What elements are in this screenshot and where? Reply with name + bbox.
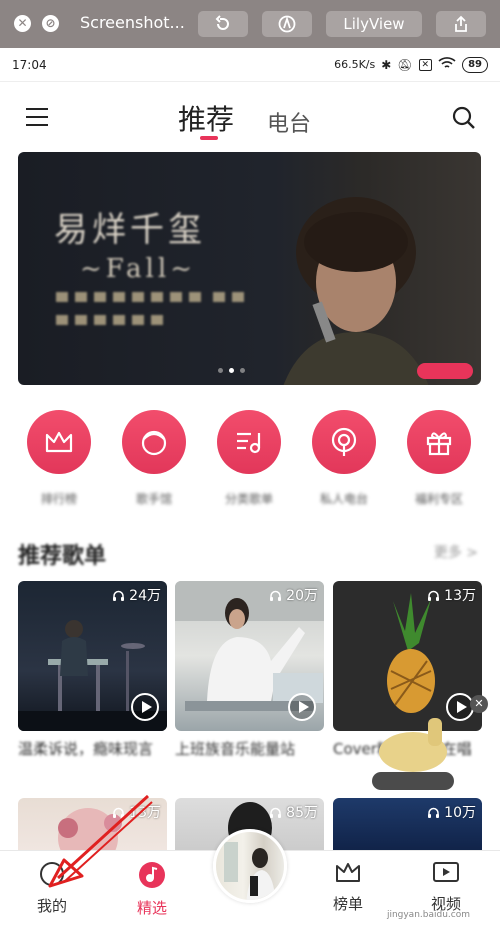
playlist-card[interactable]: 10万 bbox=[333, 798, 482, 858]
menu-icon[interactable] bbox=[26, 108, 48, 126]
quick-label: 歌手馆 bbox=[135, 492, 172, 506]
now-playing-disc[interactable] bbox=[213, 829, 287, 903]
playlist-card[interactable]: 13万 bbox=[333, 581, 482, 731]
headphone-icon bbox=[428, 590, 440, 601]
banner-subtitle: ~Fall~ bbox=[80, 254, 196, 284]
banner-artist-image bbox=[283, 197, 429, 385]
nav-label: 榜单 bbox=[332, 895, 363, 913]
quick-item-welfare[interactable]: 福利专区 bbox=[407, 410, 471, 507]
watermark-text: jingyan.baidu.com bbox=[386, 910, 470, 920]
play-count-text: 10万 bbox=[444, 805, 476, 821]
sim-icon: ✕ bbox=[418, 58, 433, 71]
quick-item-playlists[interactable]: 分类歌单 bbox=[217, 410, 281, 507]
banner-tag bbox=[417, 363, 473, 379]
play-count-text: 13万 bbox=[444, 588, 476, 604]
window-toolbar: ✕ ⊘ Screenshot... LilyView bbox=[0, 0, 500, 48]
app-header: 推荐 电台 bbox=[0, 82, 500, 146]
quick-access-row: 排行榜 歌手馆 分类歌单 私人电台 福利专区 bbox=[0, 410, 500, 510]
banner-pager bbox=[218, 368, 245, 373]
annotation-arrow bbox=[48, 794, 153, 888]
markup-button[interactable] bbox=[262, 11, 312, 37]
headphone-icon bbox=[270, 590, 282, 601]
banner-carousel[interactable]: 易烊千玺 ~Fall~ bbox=[18, 152, 481, 385]
headphone-icon bbox=[113, 590, 125, 601]
mute-icon: 🔕︎ bbox=[397, 57, 413, 72]
status-time: 17:04 bbox=[12, 58, 47, 72]
face-icon bbox=[141, 430, 167, 456]
playlist-title: 上班族音乐能量站 bbox=[175, 740, 296, 758]
rotate-icon bbox=[215, 15, 229, 30]
quick-item-charts[interactable]: 排行榜 bbox=[27, 410, 91, 507]
video-icon bbox=[433, 862, 459, 882]
search-icon[interactable] bbox=[452, 106, 476, 130]
tab-active-indicator bbox=[200, 136, 218, 140]
play-button[interactable] bbox=[131, 693, 159, 721]
section-more-link[interactable]: 更多 > bbox=[434, 542, 478, 562]
play-count: 10万 bbox=[427, 802, 476, 822]
play-count-text: 24万 bbox=[129, 588, 161, 604]
window-title: Screenshot... bbox=[80, 13, 185, 32]
network-speed: 66.5K/s bbox=[334, 58, 376, 71]
bluetooth-icon: ✱ bbox=[381, 57, 392, 72]
wifi-icon bbox=[438, 56, 456, 73]
play-count: 20万 bbox=[269, 585, 318, 605]
share-icon bbox=[455, 15, 467, 32]
section-title: 推荐歌单 bbox=[18, 544, 107, 569]
playlist-card[interactable]: 20万 bbox=[175, 581, 324, 731]
play-button[interactable] bbox=[288, 693, 316, 721]
crown-icon bbox=[336, 863, 360, 882]
quick-item-radio[interactable]: 私人电台 bbox=[312, 410, 376, 507]
play-count: 13万 bbox=[427, 585, 476, 605]
play-count: 85万 bbox=[269, 802, 318, 822]
rotate-button[interactable] bbox=[198, 11, 248, 37]
quick-label: 福利专区 bbox=[414, 492, 463, 506]
battery-indicator: 89 bbox=[462, 56, 488, 73]
banner-text-block bbox=[56, 292, 256, 338]
quick-label: 排行榜 bbox=[40, 492, 77, 506]
tab-radio[interactable]: 电台 bbox=[267, 106, 311, 138]
playlist-card[interactable]: 24万 bbox=[18, 581, 167, 731]
nav-charts[interactable]: 榜单 bbox=[318, 861, 378, 914]
play-count: 24万 bbox=[112, 585, 161, 605]
floating-promo-icon[interactable] bbox=[368, 712, 458, 792]
lilyview-button[interactable]: LilyView bbox=[326, 11, 422, 37]
nav-video[interactable]: 视频 bbox=[416, 861, 476, 914]
banner-title: 易烊千玺 bbox=[54, 210, 206, 250]
nav-label: 精选 bbox=[136, 899, 167, 917]
playlist-title: 温柔诉说，瘾味现言 bbox=[18, 740, 154, 758]
close-icon[interactable]: ✕ bbox=[14, 15, 31, 32]
share-button[interactable] bbox=[436, 11, 486, 37]
crown-icon bbox=[45, 431, 73, 453]
status-bar: 17:04 66.5K/s ✱ 🔕︎ ✕ 89 bbox=[0, 48, 500, 82]
headphone-icon bbox=[270, 807, 282, 818]
play-count-text: 20万 bbox=[286, 588, 318, 604]
album-cover-image bbox=[224, 842, 276, 900]
quick-label: 私人电台 bbox=[319, 492, 368, 506]
quick-label: 分类歌单 bbox=[224, 492, 273, 506]
music-list-icon bbox=[237, 432, 261, 454]
radio-icon bbox=[331, 427, 357, 456]
tab-recommend[interactable]: 推荐 bbox=[178, 98, 234, 138]
gift-icon bbox=[426, 432, 452, 456]
headphone-icon bbox=[428, 807, 440, 818]
close-promo-icon[interactable]: ✕ bbox=[470, 695, 488, 713]
pen-icon bbox=[278, 15, 296, 33]
block-icon[interactable]: ⊘ bbox=[42, 15, 59, 32]
quick-item-singers[interactable]: 歌手馆 bbox=[122, 410, 186, 507]
play-count-text: 85万 bbox=[286, 805, 318, 821]
